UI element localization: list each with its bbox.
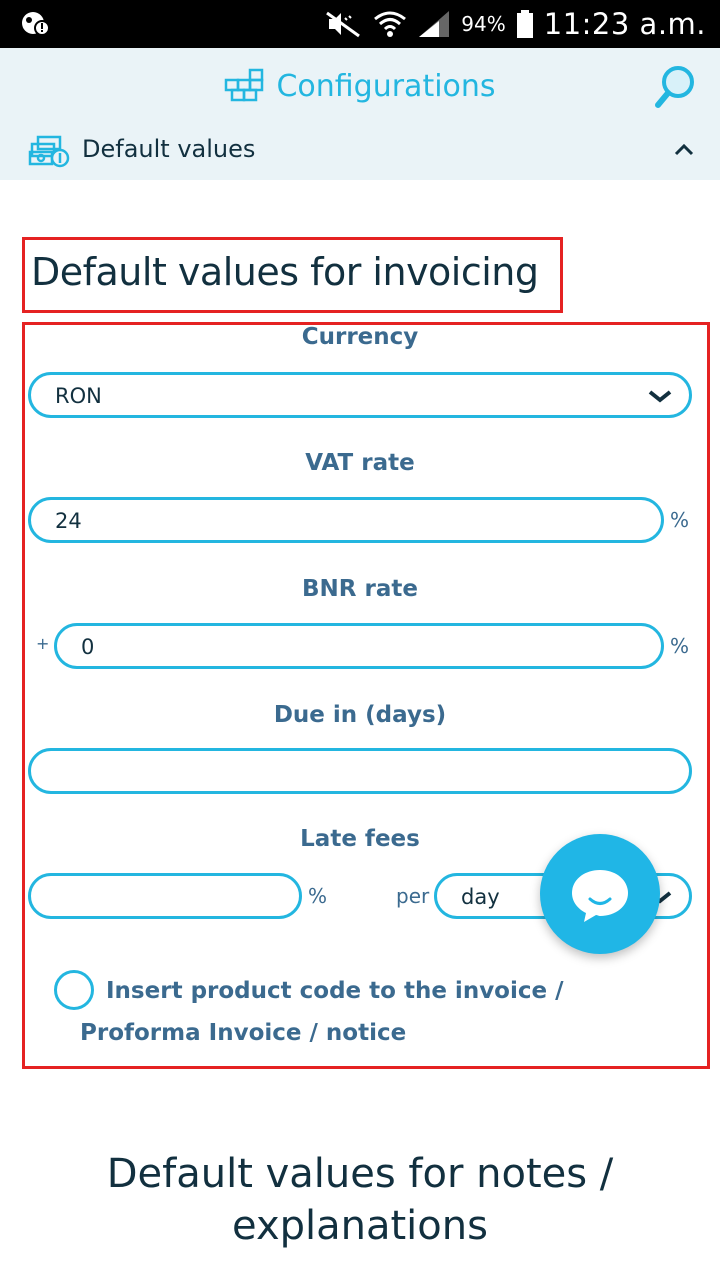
bnr-label: BNR rate [302, 576, 418, 602]
clock: 11:23 a.m. [543, 7, 706, 41]
currency-label: Currency [301, 324, 419, 350]
wifi-icon [374, 11, 407, 37]
due-input[interactable] [28, 748, 692, 794]
money-icon [28, 135, 70, 168]
currency-select[interactable]: RON [28, 372, 692, 418]
vat-value: 24 [55, 509, 82, 533]
notes-heading: Default values for notes / explanations [106, 1151, 614, 1249]
page-title: Configurations [276, 68, 496, 104]
bnr-value: 0 [81, 635, 95, 659]
period-value: day [461, 885, 500, 909]
per-label: per [396, 884, 430, 908]
bnr-prefix: + [36, 634, 50, 653]
configurations-icon [225, 68, 264, 102]
status-bar: 94% 11:23 a.m. [0, 0, 720, 48]
section-toggle[interactable]: Default values [0, 128, 720, 174]
battery-icon [516, 10, 533, 38]
battery-percent: 94% [461, 12, 506, 36]
chevron-up-icon[interactable] [672, 140, 696, 160]
app-header: Configurations Default values [0, 48, 720, 180]
bnr-input[interactable]: 0 [54, 623, 664, 669]
chat-button[interactable] [540, 834, 660, 954]
notification-icon [22, 12, 50, 36]
bnr-suffix: % [670, 634, 690, 658]
form-highlight [22, 322, 710, 1069]
product-code-label: Insert product code to the invoice / Pro… [80, 978, 564, 1046]
chevron-down-icon [648, 390, 672, 403]
vat-suffix: % [670, 508, 690, 532]
chat-icon [572, 870, 628, 922]
heading-highlight: Default values for invoicing [22, 237, 563, 313]
section-label: Default values [82, 135, 256, 163]
page-heading: Default values for invoicing [31, 250, 539, 294]
mute-icon [326, 11, 361, 38]
vat-label: VAT rate [305, 450, 415, 476]
late-fees-input[interactable] [28, 873, 302, 919]
signal-icon [419, 11, 450, 37]
search-icon[interactable] [654, 64, 698, 110]
due-label: Due in (days) [273, 702, 447, 728]
vat-input[interactable]: 24 [28, 497, 664, 543]
currency-value: RON [55, 384, 102, 408]
late-fees-suffix: % [308, 884, 328, 908]
app-title-group: Configurations [0, 66, 720, 106]
